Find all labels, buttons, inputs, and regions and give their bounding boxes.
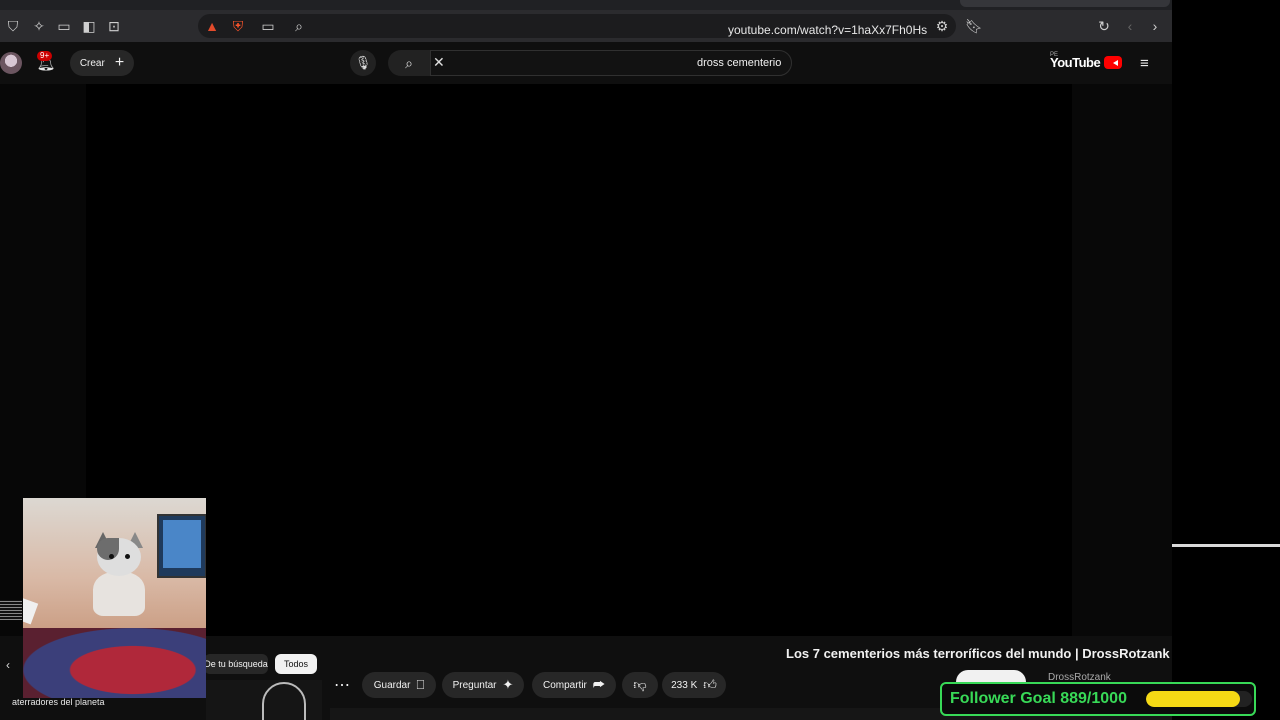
- create-button[interactable]: Crear +: [70, 50, 134, 76]
- chip-all[interactable]: Todos: [275, 654, 317, 674]
- mic-icon[interactable]: 🎙︎: [350, 50, 376, 76]
- share-label: Compartir: [542, 679, 587, 691]
- notification-badge: 9+: [37, 51, 53, 61]
- follower-goal-widget: Follower Goal 889/1000: [940, 682, 1256, 716]
- chip-from-search[interactable]: De tu búsqueda: [204, 654, 268, 674]
- video-title: Los 7 cementerios más terroríficos del m…: [786, 646, 1170, 661]
- youtube-logo[interactable]: PE YouTube: [1050, 52, 1123, 70]
- window-icon[interactable]: ▭: [54, 16, 74, 36]
- ask-button[interactable]: Preguntar ✦: [442, 672, 524, 698]
- sparkle-icon: ✦: [502, 677, 514, 692]
- browser-toolbar: ⛉ ✧ ▭ ◧ ⊡ ▲ ⛨ ▭ ⌕ youtube.com/watch?v=1h…: [0, 10, 1172, 42]
- site-settings-icon[interactable]: ⚙: [932, 16, 952, 36]
- like-button[interactable]: 233 K 👍︎: [662, 672, 726, 698]
- recommended-title[interactable]: aterradores del planeta: [12, 697, 105, 707]
- create-label: Crear: [79, 57, 105, 69]
- search-button[interactable]: ⌕: [388, 50, 430, 76]
- search-icon: ⌕: [405, 54, 413, 71]
- search-query[interactable]: dross cementerio: [697, 57, 781, 69]
- blanket-image: [23, 628, 206, 698]
- bookmark-icon[interactable]: 🔖︎: [964, 16, 984, 36]
- desktop-background: [1172, 0, 1280, 720]
- sidebar-icon[interactable]: ◧: [79, 16, 99, 36]
- menu-icon[interactable]: ≡: [1140, 55, 1149, 72]
- country-code: PE: [1050, 52, 1059, 58]
- video-player[interactable]: [86, 84, 1072, 636]
- share-icon: ⮫: [592, 677, 605, 692]
- thumbs-up-icon: 👍︎: [703, 677, 717, 692]
- like-count: 233 K: [671, 679, 698, 691]
- ask-label: Preguntar: [452, 679, 497, 691]
- forward-icon[interactable]: ‹: [1120, 16, 1140, 36]
- save-label: Guardar: [373, 679, 411, 691]
- laptop-image: [157, 514, 206, 578]
- thumbnail-fragment: [0, 600, 22, 620]
- follower-goal-label: Follower Goal 889/1000: [950, 690, 1127, 707]
- save-button[interactable]: Guardar ⎕: [362, 672, 436, 698]
- plus-icon: +: [114, 54, 125, 71]
- back-icon[interactable]: ›: [1145, 16, 1165, 36]
- close-icon[interactable]: ✕: [433, 54, 445, 71]
- browser-window: ⛉ ✧ ▭ ◧ ⊡ ▲ ⛨ ▭ ⌕ youtube.com/watch?v=1h…: [0, 0, 1172, 720]
- webcam-overlay: [23, 498, 206, 698]
- youtube-play-icon: [1104, 56, 1123, 69]
- avatar[interactable]: [0, 52, 22, 74]
- extensions-icon[interactable]: ✧: [29, 16, 49, 36]
- right-margin: [1072, 84, 1172, 636]
- follower-goal-bar: [1146, 691, 1252, 707]
- recommended-thumbnail[interactable]: [206, 680, 322, 720]
- active-tab[interactable]: [960, 0, 1170, 7]
- brave-shields-icon[interactable]: ⛨: [228, 16, 248, 36]
- reload-icon[interactable]: ↻: [1094, 16, 1114, 36]
- zoom-icon[interactable]: ⌕: [289, 16, 309, 36]
- brave-rewards-icon[interactable]: ▲: [202, 16, 222, 36]
- tab-strip: [0, 0, 1172, 10]
- shield-icon[interactable]: ⛉: [3, 16, 23, 36]
- url-text[interactable]: youtube.com/watch?v=1haXx7Fh0Hs: [728, 23, 927, 37]
- bookmark-save-icon: ⎕: [416, 677, 425, 692]
- fabric-image: [23, 597, 39, 625]
- follower-goal-fill: [1146, 691, 1241, 707]
- share-button[interactable]: Compartir ⮫: [532, 672, 616, 698]
- more-options-button[interactable]: ⋯: [328, 672, 356, 698]
- tab-search-icon[interactable]: ⊡: [104, 16, 124, 36]
- kitten-image: [89, 532, 149, 616]
- thumbs-down-icon: 👎︎: [633, 677, 647, 692]
- cast-icon[interactable]: ▭: [258, 16, 278, 36]
- chevron-left-icon[interactable]: ‹: [6, 658, 10, 672]
- desktop-divider: [1172, 544, 1280, 547]
- dislike-button[interactable]: 👎︎: [622, 672, 658, 698]
